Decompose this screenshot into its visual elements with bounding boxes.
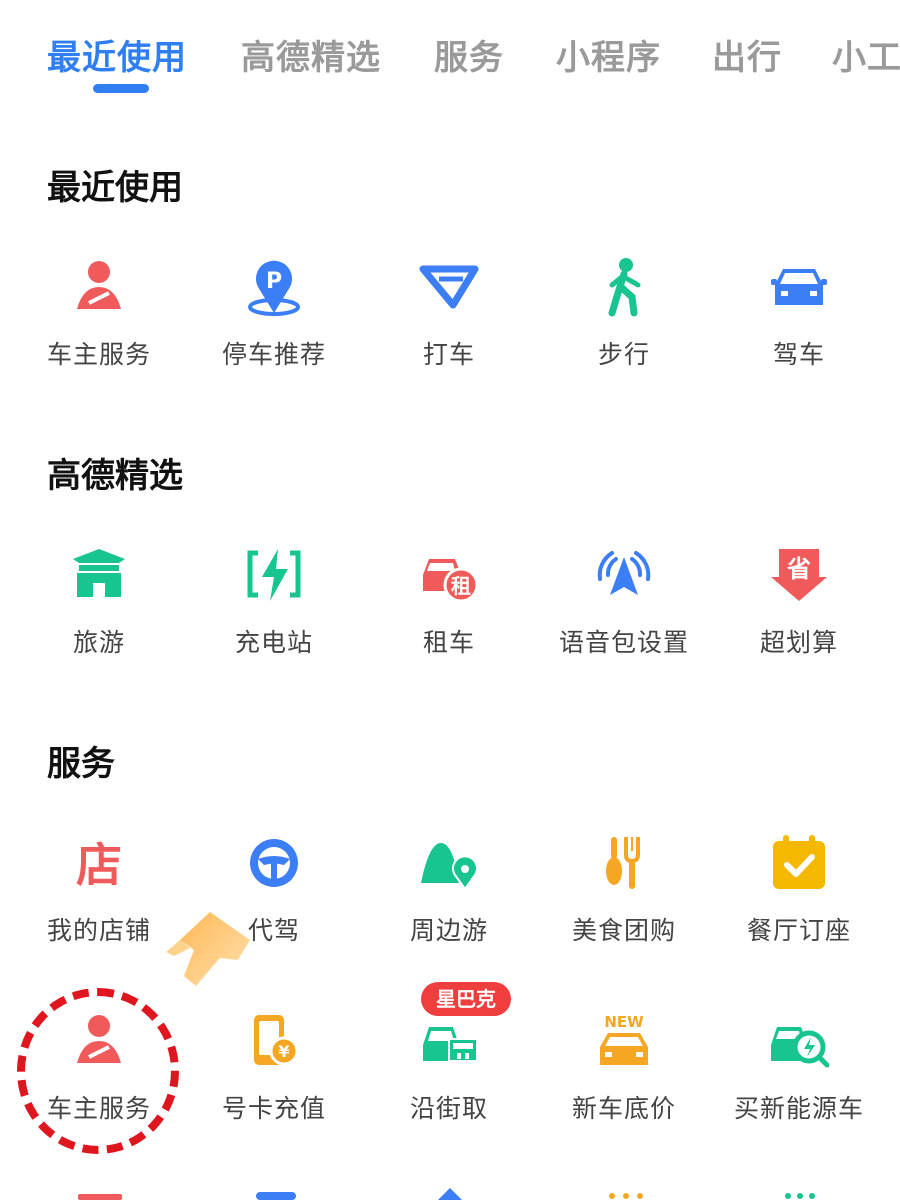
section-title-services: 服务 (47, 744, 115, 784)
taxi-icon (419, 265, 479, 309)
food-icon (606, 837, 640, 889)
grid-item-car-owner[interactable]: 车主服务 (11, 257, 187, 387)
grid-item-label: 美食团购 (571, 916, 676, 945)
car-icon (771, 269, 827, 305)
car-owner-icon (77, 261, 121, 309)
grid-item-label: 沿街取 (409, 1094, 488, 1123)
grid-item-label: 充电站 (234, 628, 313, 657)
walk-icon (608, 258, 641, 317)
tab-featured[interactable]: 高德精选 (241, 30, 381, 79)
parking-glyph: P (266, 269, 282, 294)
grid-item-label: 超划算 (759, 628, 838, 657)
grid-item-parking[interactable]: P 停车推荐 (186, 257, 362, 387)
new-tag: NEW (604, 1013, 644, 1031)
tab-recent[interactable]: 最近使用 (47, 30, 187, 79)
grid-item-label: 驾车 (772, 340, 825, 369)
grid-item-label: 停车推荐 (221, 340, 326, 369)
grid-item-nearby-travel[interactable]: 周边游 (361, 833, 537, 963)
grid-item-walk[interactable]: 步行 (536, 257, 712, 387)
grid-item-taxi[interactable]: 打车 (361, 257, 537, 387)
tab-services[interactable]: 服务 (434, 30, 504, 79)
grid-item-restaurant-booking[interactable]: 餐厅订座 (711, 833, 887, 963)
grid-item-label: 步行 (597, 340, 650, 369)
grid-item-phone-recharge[interactable]: ¥ 号卡充值 (186, 1011, 362, 1141)
phone-recharge-icon: ¥ (254, 1015, 299, 1066)
grid-item-label: 车主服务 (46, 340, 151, 369)
travel-icon (73, 549, 125, 597)
grid-item-deal[interactable]: 省 超划算 (711, 545, 887, 675)
bottom-row-peek (78, 1188, 815, 1200)
active-tab-indicator (93, 84, 149, 93)
grid-item-curbside-pickup[interactable]: 沿街取 (361, 1011, 537, 1141)
voice-pack-icon (597, 551, 651, 595)
grid-item-label: 新车底价 (571, 1094, 676, 1123)
tab-mini-programs[interactable]: 小程序 (556, 30, 661, 79)
section-title-recent: 最近使用 (47, 168, 183, 208)
tab-tools[interactable]: 小工 (832, 30, 900, 79)
new-car-price-icon: NEW (600, 1013, 648, 1065)
grid-item-label: 语音包设置 (558, 628, 689, 657)
curbside-pickup-icon (423, 1027, 478, 1062)
grid-item-label: 旅游 (72, 628, 125, 657)
deal-icon: 省 (771, 549, 827, 601)
grid-item-car-rental[interactable]: 租 租车 (361, 545, 537, 675)
grid-item-label: 周边游 (409, 916, 488, 945)
rent-glyph: 租 (451, 574, 471, 598)
nearby-travel-icon (421, 843, 478, 891)
charging-station-icon (247, 549, 301, 601)
grid-item-label: 餐厅订座 (746, 916, 851, 945)
grid-item-label: 打车 (422, 340, 475, 369)
starbucks-badge: 星巴克 (421, 982, 511, 1016)
steering-wheel-icon (250, 839, 298, 887)
top-tab-bar: 最近使用 高德精选 服务 小程序 出行 小工 (0, 0, 900, 110)
highlight-circle (17, 988, 179, 1154)
grid-item-label: 号卡充值 (221, 1094, 326, 1123)
grid-item-food-deals[interactable]: 美食团购 (536, 833, 712, 963)
car-rental-icon: 租 (423, 559, 479, 603)
grid-item-travel[interactable]: 旅游 (11, 545, 187, 675)
shop-icon: 店 (76, 838, 122, 892)
section-title-featured: 高德精选 (47, 456, 183, 496)
parking-icon: P (248, 260, 300, 316)
grid-item-label: 买新能源车 (733, 1094, 864, 1123)
grid-item-new-car-price[interactable]: NEW 新车底价 (536, 1011, 712, 1141)
pointing-hand-icon (166, 912, 250, 986)
grid-item-label: 租车 (422, 628, 475, 657)
ev-car-icon (771, 1027, 829, 1068)
restaurant-booking-icon (773, 835, 825, 889)
grid-item-drive[interactable]: 驾车 (711, 257, 887, 387)
tab-travel[interactable]: 出行 (712, 30, 782, 79)
yen-glyph: ¥ (278, 1042, 289, 1061)
grid-item-voice-pack[interactable]: 语音包设置 (536, 545, 712, 675)
shop-glyph: 店 (76, 838, 122, 892)
grid-item-ev-car[interactable]: 买新能源车 (711, 1011, 887, 1141)
grid-item-charging[interactable]: 充电站 (186, 545, 362, 675)
deal-glyph: 省 (786, 555, 811, 583)
